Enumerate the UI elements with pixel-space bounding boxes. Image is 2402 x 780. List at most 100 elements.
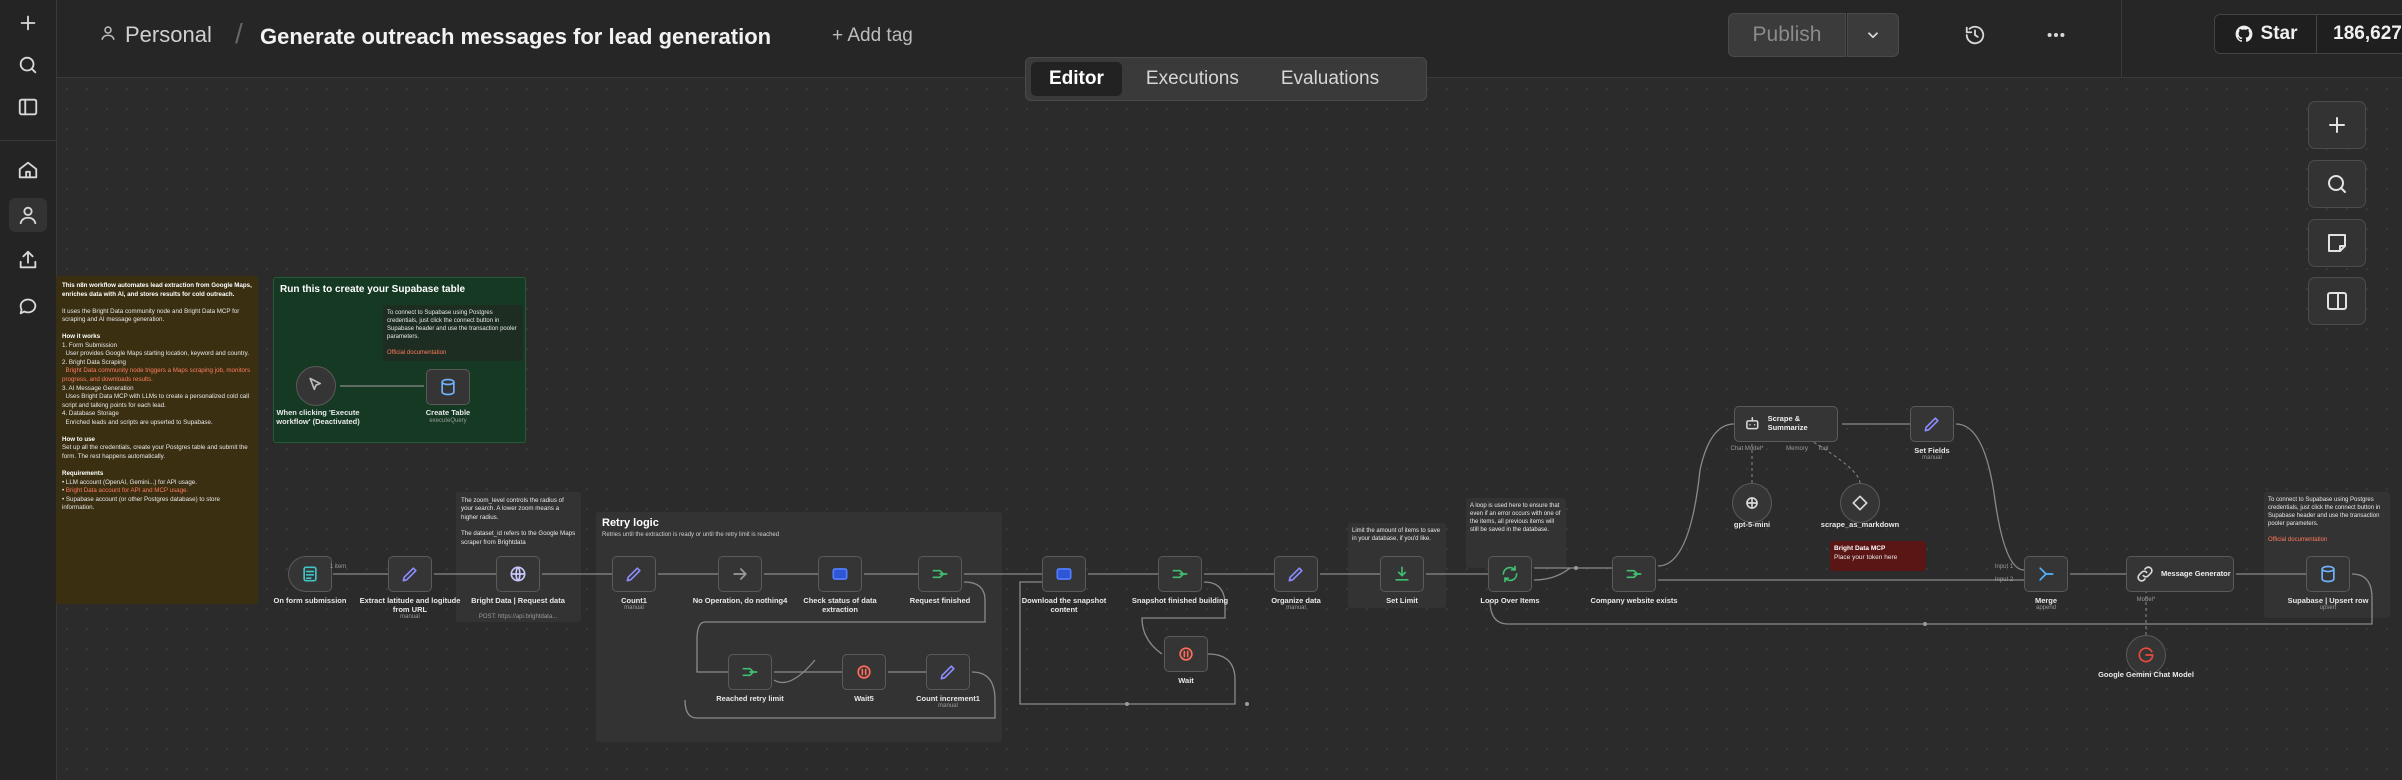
app-root: Personal / Generate outreach messages fo…: [0, 0, 2402, 780]
loop-over-items-node[interactable]: [1488, 556, 1532, 592]
sticky-note-mcp-token[interactable]: Bright Data MCP Place your token here: [1830, 541, 1926, 571]
supabase-upsert-label: Supabase | Upsert row: [2287, 596, 2369, 605]
merge-icon: [2039, 567, 2054, 581]
set-fields-node[interactable]: [1910, 406, 1954, 442]
form-trigger-label: On form submission: [273, 596, 347, 605]
snapshot-finished-node[interactable]: [1158, 556, 1202, 592]
form-trigger-node[interactable]: [288, 556, 332, 592]
tab-evaluations[interactable]: Evaluations: [1263, 62, 1397, 96]
header-divider: [2121, 0, 2122, 78]
port-input-2: Input 2: [1994, 577, 2014, 583]
search-nodes-button[interactable]: [2308, 160, 2366, 208]
user-icon[interactable]: [9, 198, 47, 232]
gemini-model-label: Google Gemini Chat Model: [2098, 670, 2194, 679]
noop-label: No Operation, do nothing4: [692, 596, 788, 605]
extract-coords-label: Extract latitude and logitude from URL: [359, 596, 461, 614]
merge-node[interactable]: [2024, 556, 2068, 592]
intro-how-4: 4. Database Storage: [62, 410, 119, 418]
reached-retry-label: Reached retry limit: [716, 694, 784, 703]
toggle-panel-button[interactable]: [2308, 277, 2366, 325]
noop-node[interactable]: [718, 556, 762, 592]
workflow-title[interactable]: Generate outreach messages for lead gene…: [260, 24, 771, 50]
merge-sub: append: [2035, 605, 2057, 611]
intro-uses: It uses the Bright Data community node a…: [62, 307, 240, 324]
count-increment-node[interactable]: [926, 654, 970, 690]
pause-icon: [1179, 647, 1193, 661]
supabase-info-text: To connect to Supabase using Postgres cr…: [387, 310, 517, 341]
bright-data-request-sub: POST: https://api.brightdata...: [478, 614, 558, 620]
intro-how-2b: Bright Data community node triggers a Ma…: [62, 367, 251, 384]
organize-data-sub: manual: [1286, 605, 1306, 611]
create-table-label: Create Table: [425, 408, 471, 417]
organize-data-node[interactable]: [1274, 556, 1318, 592]
message-generator-node[interactable]: Message Generator: [2126, 556, 2234, 592]
add-tag-button[interactable]: + Add tag: [832, 25, 913, 47]
organize-data-label: Organize data: [1271, 596, 1321, 605]
github-star-count[interactable]: 186,627: [2317, 14, 2402, 54]
link-icon: [2137, 566, 2153, 582]
plus-icon: [2329, 117, 2345, 133]
count-increment-label: Count increment1: [916, 694, 980, 703]
download-snapshot-node[interactable]: [1042, 556, 1086, 592]
set-fields-label: Set Fields: [1914, 446, 1950, 455]
wait-node[interactable]: [1164, 636, 1208, 672]
mcp-note-title: Bright Data MCP: [1834, 545, 1886, 552]
history-icon[interactable]: [1957, 17, 1993, 53]
scrape-summarize-agent-node[interactable]: Scrape & Summarize: [1734, 406, 1838, 442]
create-table-node[interactable]: [426, 369, 470, 405]
scrape-markdown-tool-node[interactable]: [1840, 483, 1880, 523]
retry-logic-subtitle: Retries until the extraction is ready or…: [602, 532, 780, 538]
more-options-icon[interactable]: [2038, 17, 2074, 53]
panel-icon: [2327, 292, 2347, 310]
publish-dropdown-button[interactable]: [1847, 13, 1899, 57]
request-finished-node[interactable]: [918, 556, 962, 592]
tab-editor[interactable]: Editor: [1031, 62, 1122, 96]
bright-data-request-node[interactable]: [496, 556, 540, 592]
port-input-1: Input 1: [1994, 564, 2014, 570]
check-status-node[interactable]: [818, 556, 862, 592]
panel-icon[interactable]: [9, 90, 47, 124]
count1-node[interactable]: [612, 556, 656, 592]
snapshot-finished-label: Snapshot finished building: [1131, 596, 1229, 605]
intro-how-3b: Uses Bright Data MCP with LLMs to create…: [62, 393, 249, 409]
if-branch-icon: [742, 667, 758, 677]
supabase-upsert-sub: upsert: [2319, 605, 2337, 611]
bright-data-icon: [832, 568, 848, 580]
sticky-note-icon: [2328, 234, 2346, 252]
gpt-model-node[interactable]: [1732, 483, 1772, 523]
set-limit-node[interactable]: [1380, 556, 1424, 592]
intro-how-3: 3. AI Message Generation: [62, 384, 134, 392]
limit-icon: [1395, 566, 1409, 581]
company-website-node[interactable]: [1612, 556, 1656, 592]
tab-executions[interactable]: Executions: [1128, 62, 1257, 96]
github-star-button[interactable]: Star: [2214, 14, 2317, 54]
supabase-upsert-node[interactable]: [2306, 556, 2350, 592]
cursor-click-icon: [309, 377, 321, 391]
plus-icon[interactable]: [9, 6, 47, 40]
breadcrumb-project[interactable]: Personal: [125, 22, 212, 48]
view-tabs: Editor Executions Evaluations: [1025, 57, 1427, 101]
gemini-model-node[interactable]: [2126, 635, 2166, 675]
rail-divider: [0, 140, 57, 141]
extract-coords-node[interactable]: [388, 556, 432, 592]
set-limit-label: Set Limit: [1386, 596, 1418, 605]
reached-retry-node[interactable]: [728, 654, 772, 690]
sticky-note-intro[interactable]: This n8n workflow automates lead extract…: [56, 276, 258, 604]
intro-how-4b: Enriched leads and scripts are upserted …: [65, 418, 213, 426]
search-icon[interactable]: [9, 48, 47, 82]
supabase-doc-link[interactable]: Official documentation: [387, 350, 446, 356]
sticky-note-button[interactable]: [2308, 219, 2366, 267]
add-node-button[interactable]: [2308, 101, 2366, 149]
chat-icon[interactable]: [9, 289, 47, 323]
download-snapshot-label: Download the snapshot content: [1021, 596, 1107, 614]
home-icon[interactable]: [9, 153, 47, 187]
mcp-tool-icon: [1852, 495, 1868, 511]
sticky-note-supabase-info[interactable]: To connect to Supabase using Postgres cr…: [383, 305, 523, 361]
supa2-doc-link[interactable]: Official documentation: [2268, 537, 2327, 543]
publish-button[interactable]: Publish: [1728, 13, 1846, 57]
wait5-node[interactable]: [842, 654, 886, 690]
breadcrumb[interactable]: Personal: [99, 22, 212, 48]
execute-workflow-trigger-node[interactable]: [296, 366, 336, 406]
share-icon[interactable]: [9, 243, 47, 277]
wait-label: Wait: [1178, 676, 1194, 685]
